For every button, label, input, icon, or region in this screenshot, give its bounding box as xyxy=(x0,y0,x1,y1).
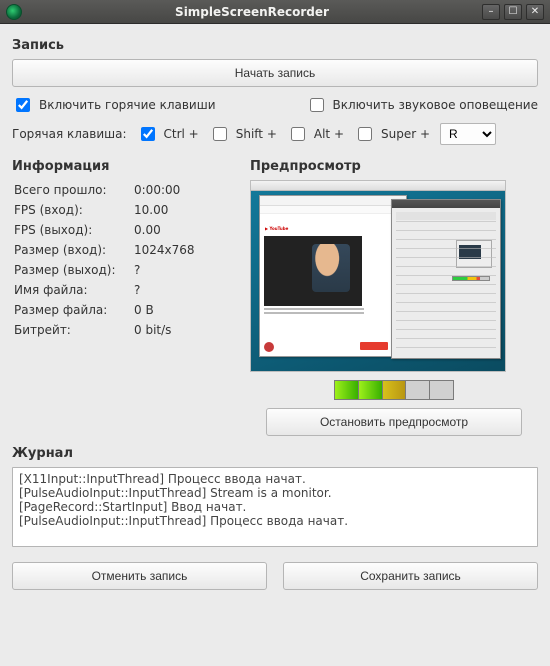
mod-alt-input[interactable] xyxy=(291,127,305,141)
hotkey-label: Горячая клавиша: xyxy=(12,127,127,141)
info-value: 0:00:00 xyxy=(132,180,232,200)
preview-box: ▶ YouTube xyxy=(250,180,506,372)
vu-seg-3 xyxy=(383,381,407,399)
info-key: FPS (выход): xyxy=(12,220,132,240)
info-row: Размер файла:0 B xyxy=(12,300,232,320)
start-recording-button[interactable]: Начать запись xyxy=(12,59,538,87)
mod-shift-input[interactable] xyxy=(213,127,227,141)
info-row: FPS (вход):10.00 xyxy=(12,200,232,220)
stop-preview-button[interactable]: Остановить предпросмотр xyxy=(266,408,522,436)
preview-heading: Предпросмотр xyxy=(250,159,538,174)
mod-ctrl[interactable]: Ctrl + xyxy=(137,124,199,144)
info-value: 10.00 xyxy=(132,200,232,220)
window-title: SimpleScreenRecorder xyxy=(22,5,482,19)
hotkey-key-select[interactable]: R xyxy=(440,123,496,145)
info-row: Размер (вход):1024x768 xyxy=(12,240,232,260)
info-key: Размер (вход): xyxy=(12,240,132,260)
window-buttons: – ☐ ✕ xyxy=(482,4,544,20)
mod-ctrl-input[interactable] xyxy=(141,127,155,141)
cancel-recording-button[interactable]: Отменить запись xyxy=(12,562,267,590)
info-value: 1024x768 xyxy=(132,240,232,260)
info-key: FPS (вход): xyxy=(12,200,132,220)
mod-shift[interactable]: Shift + xyxy=(209,124,277,144)
info-table: Всего прошло:0:00:00FPS (вход):10.00FPS … xyxy=(12,180,232,340)
mod-alt-label: Alt + xyxy=(314,127,344,141)
save-recording-button[interactable]: Сохранить запись xyxy=(283,562,538,590)
vu-meter xyxy=(334,380,454,400)
enable-sound-label: Включить звуковое оповещение xyxy=(333,98,538,112)
enable-hotkeys-label: Включить горячие клавиши xyxy=(39,98,216,112)
info-row: Битрейт:0 bit/s xyxy=(12,320,232,340)
titlebar: SimpleScreenRecorder – ☐ ✕ xyxy=(0,0,550,24)
info-key: Размер файла: xyxy=(12,300,132,320)
info-key: Всего прошло: xyxy=(12,180,132,200)
content-area: Запись Начать запись Включить горячие кл… xyxy=(0,24,550,666)
mod-alt[interactable]: Alt + xyxy=(287,124,344,144)
mod-ctrl-label: Ctrl + xyxy=(164,127,199,141)
minimize-button[interactable]: – xyxy=(482,4,500,20)
enable-sound-input[interactable] xyxy=(310,98,324,112)
log-textarea[interactable] xyxy=(12,467,538,547)
close-button[interactable]: ✕ xyxy=(526,4,544,20)
info-row: FPS (выход):0.00 xyxy=(12,220,232,240)
info-value: 0 B xyxy=(132,300,232,320)
mod-super[interactable]: Super + xyxy=(354,124,430,144)
info-value: ? xyxy=(132,260,232,280)
info-value: 0.00 xyxy=(132,220,232,240)
info-value: 0 bit/s xyxy=(132,320,232,340)
mod-super-label: Super + xyxy=(381,127,430,141)
vu-seg-5 xyxy=(430,381,453,399)
mod-shift-label: Shift + xyxy=(236,127,277,141)
info-row: Размер (выход):? xyxy=(12,260,232,280)
vu-seg-1 xyxy=(335,381,359,399)
enable-sound-checkbox[interactable]: Включить звуковое оповещение xyxy=(306,95,538,115)
app-icon xyxy=(6,4,22,20)
vu-seg-4 xyxy=(406,381,430,399)
info-row: Всего прошло:0:00:00 xyxy=(12,180,232,200)
enable-hotkeys-input[interactable] xyxy=(16,98,30,112)
mod-super-input[interactable] xyxy=(358,127,372,141)
info-heading: Информация xyxy=(12,159,232,174)
record-heading: Запись xyxy=(12,38,538,53)
vu-seg-2 xyxy=(359,381,383,399)
enable-hotkeys-checkbox[interactable]: Включить горячие клавиши xyxy=(12,95,216,115)
info-key: Битрейт: xyxy=(12,320,132,340)
info-row: Имя файла:? xyxy=(12,280,232,300)
info-key: Имя файла: xyxy=(12,280,132,300)
log-heading: Журнал xyxy=(12,446,538,461)
info-key: Размер (выход): xyxy=(12,260,132,280)
info-value: ? xyxy=(132,280,232,300)
maximize-button[interactable]: ☐ xyxy=(504,4,522,20)
